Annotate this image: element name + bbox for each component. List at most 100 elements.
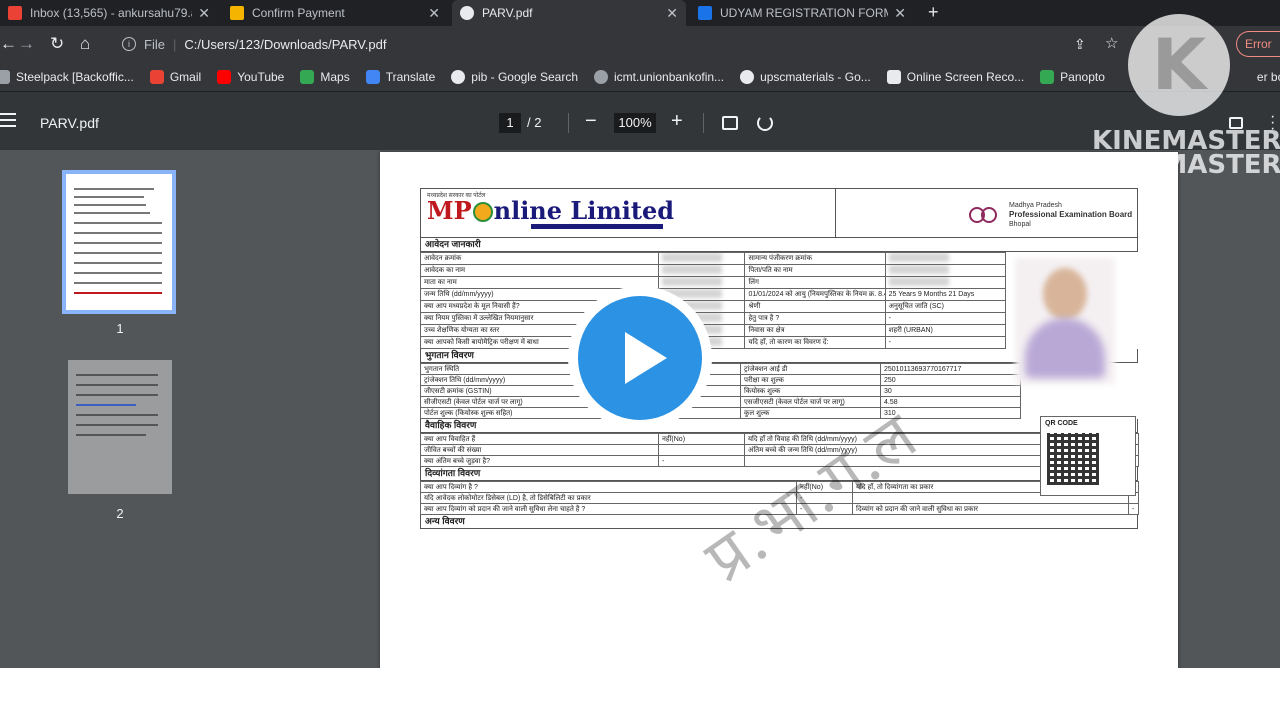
table-cell: श्रेणी — [744, 300, 886, 313]
tab-strip: Inbox (13,565) - ankursahu79.as ✕ Confir… — [0, 0, 1280, 26]
tab-title: UDYAM REGISTRATION FORM - — [720, 6, 889, 20]
close-tab-icon[interactable]: ✕ — [198, 5, 210, 22]
tab-parv-pdf[interactable]: PARV.pdf ✕ — [452, 0, 686, 26]
bookmark-pib[interactable]: pib - Google Search — [451, 69, 578, 84]
table-cell: 310 — [880, 407, 1021, 419]
address-bar[interactable]: i File | C:/Users/123/Downloads/PARV.pdf — [112, 31, 1130, 57]
table-cell: नहीं(No) — [658, 433, 745, 445]
thumbnail-sidebar: 1 2 — [0, 150, 266, 668]
table-cell: पिता/पति का नाम — [744, 264, 886, 277]
new-tab-button[interactable]: + — [928, 2, 939, 23]
home-icon[interactable]: ⌂ — [80, 34, 90, 54]
table-cell — [658, 276, 746, 289]
udyam-site-icon — [698, 6, 712, 20]
qr-code-box: QR CODE — [1040, 416, 1136, 496]
table-cell: अनुसूचित जाति (SC) — [884, 300, 1006, 313]
gmail-icon — [149, 69, 164, 84]
qr-label: QR CODE — [1045, 420, 1078, 427]
table-cell — [658, 444, 745, 456]
bookmark-icmt[interactable]: icmt.unionbankofin... — [594, 69, 725, 84]
bookmark-upscmaterials[interactable]: upscmaterials - Go... — [740, 69, 871, 84]
page-thumbnail-2[interactable] — [68, 360, 172, 494]
protocol-label: File — [144, 36, 165, 52]
table-cell: - — [884, 336, 1006, 349]
kinemaster-logo-icon: K — [1128, 14, 1230, 116]
peb-line: Bhopal — [1009, 221, 1031, 228]
error-label: Error — [1245, 37, 1272, 51]
bookmark-label: YouTube — [237, 69, 285, 84]
divider: | — [172, 36, 177, 52]
close-tab-icon[interactable]: ✕ — [894, 5, 906, 22]
bookmark-label: Gmail — [169, 69, 202, 84]
menu-icon[interactable] — [0, 113, 16, 127]
table-cell: 25010113693770167717 — [880, 363, 1021, 375]
zoom-input[interactable]: 100% — [614, 113, 656, 133]
reload-icon[interactable]: ↻ — [50, 34, 64, 54]
maps-icon — [300, 69, 315, 84]
table-cell — [884, 276, 1006, 289]
table-cell: 25 Years 9 Months 21 Days — [884, 288, 1006, 301]
bookmark-other[interactable]: er bookma — [1257, 70, 1280, 84]
google-icon — [451, 69, 466, 84]
back-arrow-icon[interactable]: ← — [0, 34, 17, 54]
screen: Inbox (13,565) - ankursahu79.as ✕ Confir… — [0, 0, 1280, 668]
redacted-value — [888, 277, 949, 286]
section-application: आवेदन जानकारी — [420, 238, 1138, 252]
info-icon[interactable]: i — [122, 37, 136, 51]
table-cell: 01/01/2024 को आयु (नियमपुस्तिका के नियम … — [744, 288, 886, 301]
bookmark-steelpack[interactable]: Steelpack [Backoffic... — [0, 69, 134, 84]
page-thumbnail-1[interactable] — [62, 170, 176, 314]
close-tab-icon[interactable]: ✕ — [666, 5, 678, 22]
page-number-input[interactable]: 1 — [499, 113, 521, 133]
table-cell: पोर्टल शुल्क (कियोस्क शुल्क सहित) — [420, 407, 611, 419]
bookmark-icon — [0, 69, 10, 84]
bookmark-star-icon[interactable]: ☆ — [1105, 34, 1118, 54]
kinemaster-watermark: KINEMASTER — [1092, 150, 1280, 180]
bookmark-label: Online Screen Reco... — [906, 69, 1025, 84]
page-total: / 2 — [527, 115, 542, 130]
play-button[interactable] — [568, 286, 712, 430]
tab-udyam[interactable]: UDYAM REGISTRATION FORM - ✕ — [690, 0, 914, 26]
zoom-in-button[interactable]: + — [671, 110, 683, 133]
thumbnail-number: 2 — [116, 506, 124, 521]
applicant-photo — [1005, 256, 1137, 389]
table-cell: ट्रांजेक्शन आई डी — [740, 363, 881, 375]
share-icon[interactable]: ⇪ — [1074, 34, 1086, 54]
logo-tagline — [531, 224, 663, 229]
table-cell: 4.58 — [880, 396, 1021, 408]
panopto-icon — [1040, 69, 1055, 84]
zoom-out-button[interactable]: − — [585, 110, 597, 133]
table-cell: आवेदक का नाम — [419, 264, 660, 277]
bookmark-label: pib - Google Search — [471, 69, 578, 84]
redacted-value — [662, 265, 723, 274]
error-button[interactable]: Error — [1236, 31, 1280, 57]
table-cell: क्या आप विवाहित हैं — [420, 433, 659, 445]
bookmark-translate[interactable]: Translate — [365, 69, 435, 84]
table-cell: आवेदन क्रमांक — [419, 252, 660, 265]
peb-emblem-icon — [969, 203, 1003, 227]
tab-gmail[interactable]: Inbox (13,565) - ankursahu79.as ✕ — [0, 0, 218, 26]
redacted-value — [662, 253, 723, 262]
bookmark-panopto[interactable]: Panopto — [1040, 69, 1105, 84]
bookmark-maps[interactable]: Maps — [300, 69, 350, 84]
browser-toolbar: ← → ↻ ⌂ i File | C:/Users/123/Downloads/… — [0, 26, 1280, 62]
divider — [703, 113, 704, 133]
bookmark-gmail[interactable]: Gmail — [149, 69, 202, 84]
table-cell: शहरी (URBAN) — [884, 324, 1006, 337]
peb-logo: Madhya Pradesh Professional Examination B… — [969, 201, 1132, 229]
close-tab-icon[interactable]: ✕ — [428, 5, 440, 22]
rotate-icon[interactable] — [757, 115, 773, 131]
bookmark-youtube[interactable]: YouTube — [217, 69, 285, 84]
forward-arrow-icon[interactable]: → — [18, 34, 35, 54]
table-cell: - — [884, 312, 1006, 325]
youtube-icon — [217, 69, 232, 84]
bookmark-label: er bookma — [1256, 69, 1280, 84]
bookmark-screen-recorder[interactable]: Online Screen Reco... — [886, 69, 1025, 84]
tab-confirm-payment[interactable]: Confirm Payment ✕ — [222, 0, 448, 26]
table-cell: यदि हाँ, तो कारण का विवरण दें: — [744, 336, 886, 349]
bookmark-label: icmt.unionbankofin... — [614, 69, 725, 84]
fit-page-icon[interactable] — [722, 116, 738, 130]
table-row: सीजीएसटी (केवल पोर्टल चार्ज पर लागू)4.58… — [420, 396, 1139, 408]
pdf-viewport[interactable]: मध्यप्रदेश सरकार का पोर्टल MP nline Limit… — [266, 150, 1280, 668]
redacted-value — [662, 277, 723, 286]
